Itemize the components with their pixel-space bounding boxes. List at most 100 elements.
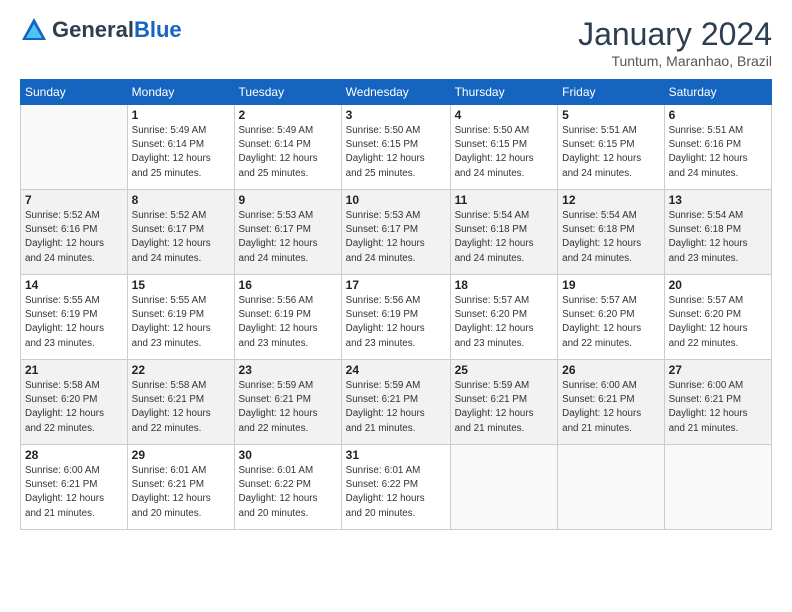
cell-date: 11 xyxy=(455,193,554,207)
cell-info: Sunrise: 5:55 AM Sunset: 6:19 PM Dayligh… xyxy=(25,294,123,351)
cell-info: Sunrise: 5:59 AM Sunset: 6:21 PM Dayligh… xyxy=(346,379,446,436)
cell-info: Sunrise: 5:56 AM Sunset: 6:19 PM Dayligh… xyxy=(346,294,446,351)
calendar-cell: 9Sunrise: 5:53 AM Sunset: 6:17 PM Daylig… xyxy=(234,190,341,275)
logo-icon xyxy=(20,16,48,44)
logo: GeneralBlue xyxy=(20,16,182,44)
calendar-cell: 26 Sunrise: 6:00 AM Sunset: 6:21 PM Dayli… xyxy=(558,360,664,445)
calendar-cell: 22Sunrise: 5:58 AM Sunset: 6:21 PM Dayli… xyxy=(127,360,234,445)
week-row-2: 7Sunrise: 5:52 AM Sunset: 6:16 PM Daylig… xyxy=(21,190,772,275)
calendar-cell: 13Sunrise: 5:54 AM Sunset: 6:18 PM Dayli… xyxy=(664,190,771,275)
calendar-cell: 18Sunrise: 5:57 AM Sunset: 6:20 PM Dayli… xyxy=(450,275,558,360)
cell-info: Sunrise: 5:55 AM Sunset: 6:19 PM Dayligh… xyxy=(132,294,230,351)
calendar-cell: 16 Sunrise: 5:56 AM Sunset: 6:19 PM Dayli… xyxy=(234,275,341,360)
cell-info: Sunrise: 6:00 AM Sunset: 6:21 PM Dayligh… xyxy=(669,379,767,436)
week-row-1: 1 Sunrise: 5:49 AM Sunset: 6:14 PM Daylig… xyxy=(21,105,772,190)
cell-info: Sunrise: 5:51 AM Sunset: 6:16 PM Dayligh… xyxy=(669,124,767,181)
month-title: January 2024 xyxy=(578,16,772,53)
calendar-cell: 12 Sunrise: 5:54 AM Sunset: 6:18 PM Dayli… xyxy=(558,190,664,275)
cell-date: 20 xyxy=(669,278,767,292)
calendar-cell: 29Sunrise: 6:01 AM Sunset: 6:21 PM Dayli… xyxy=(127,445,234,530)
calendar-cell: 2Sunrise: 5:49 AM Sunset: 6:14 PM Daylig… xyxy=(234,105,341,190)
cell-date: 31 xyxy=(346,448,446,462)
calendar-cell: 14 Sunrise: 5:55 AM Sunset: 6:19 PM Dayli… xyxy=(21,275,128,360)
cell-info: Sunrise: 5:57 AM Sunset: 6:20 PM Dayligh… xyxy=(669,294,767,351)
cell-date: 16 xyxy=(239,278,337,292)
logo-text: GeneralBlue xyxy=(52,18,182,42)
cell-date: 21 xyxy=(25,363,123,377)
calendar-cell: 1 Sunrise: 5:49 AM Sunset: 6:14 PM Daylig… xyxy=(127,105,234,190)
cell-info: Sunrise: 5:59 AM Sunset: 6:21 PM Dayligh… xyxy=(455,379,554,436)
calendar-cell: 24 Sunrise: 5:59 AM Sunset: 6:21 PM Dayli… xyxy=(341,360,450,445)
page: GeneralBlue January 2024 Tuntum, Maranha… xyxy=(0,0,792,612)
calendar-cell: 5 Sunrise: 5:51 AM Sunset: 6:15 PM Daylig… xyxy=(558,105,664,190)
calendar-cell: 11 Sunrise: 5:54 AM Sunset: 6:18 PM Dayli… xyxy=(450,190,558,275)
cell-date: 22 xyxy=(132,363,230,377)
week-row-5: 28Sunrise: 6:00 AM Sunset: 6:21 PM Dayli… xyxy=(21,445,772,530)
cell-date: 25 xyxy=(455,363,554,377)
calendar-cell: 27 Sunrise: 6:00 AM Sunset: 6:21 PM Dayli… xyxy=(664,360,771,445)
calendar-cell: 23 Sunrise: 5:59 AM Sunset: 6:21 PM Dayli… xyxy=(234,360,341,445)
title-block: January 2024 Tuntum, Maranhao, Brazil xyxy=(578,16,772,69)
weekday-header-wednesday: Wednesday xyxy=(341,80,450,105)
cell-info: Sunrise: 6:01 AM Sunset: 6:21 PM Dayligh… xyxy=(132,464,230,521)
calendar-cell: 25 Sunrise: 5:59 AM Sunset: 6:21 PM Dayli… xyxy=(450,360,558,445)
cell-date: 8 xyxy=(132,193,230,207)
cell-date: 24 xyxy=(346,363,446,377)
calendar-cell: 31 Sunrise: 6:01 AM Sunset: 6:22 PM Dayli… xyxy=(341,445,450,530)
weekday-header-row: SundayMondayTuesdayWednesdayThursdayFrid… xyxy=(21,80,772,105)
calendar-cell: 3 Sunrise: 5:50 AM Sunset: 6:15 PM Daylig… xyxy=(341,105,450,190)
weekday-header-monday: Monday xyxy=(127,80,234,105)
cell-date: 15 xyxy=(132,278,230,292)
cell-info: Sunrise: 6:01 AM Sunset: 6:22 PM Dayligh… xyxy=(239,464,337,521)
cell-info: Sunrise: 5:50 AM Sunset: 6:15 PM Dayligh… xyxy=(346,124,446,181)
cell-info: Sunrise: 5:53 AM Sunset: 6:17 PM Dayligh… xyxy=(346,209,446,266)
cell-date: 13 xyxy=(669,193,767,207)
cell-date: 27 xyxy=(669,363,767,377)
cell-date: 5 xyxy=(562,108,659,122)
weekday-header-friday: Friday xyxy=(558,80,664,105)
cell-date: 12 xyxy=(562,193,659,207)
calendar-cell: 28Sunrise: 6:00 AM Sunset: 6:21 PM Dayli… xyxy=(21,445,128,530)
cell-date: 30 xyxy=(239,448,337,462)
cell-date: 19 xyxy=(562,278,659,292)
calendar-cell: 30 Sunrise: 6:01 AM Sunset: 6:22 PM Dayli… xyxy=(234,445,341,530)
calendar-cell: 10Sunrise: 5:53 AM Sunset: 6:17 PM Dayli… xyxy=(341,190,450,275)
calendar-cell xyxy=(664,445,771,530)
cell-date: 3 xyxy=(346,108,446,122)
weekday-header-sunday: Sunday xyxy=(21,80,128,105)
cell-info: Sunrise: 5:51 AM Sunset: 6:15 PM Dayligh… xyxy=(562,124,659,181)
cell-info: Sunrise: 5:49 AM Sunset: 6:14 PM Dayligh… xyxy=(239,124,337,181)
cell-info: Sunrise: 6:00 AM Sunset: 6:21 PM Dayligh… xyxy=(562,379,659,436)
cell-date: 14 xyxy=(25,278,123,292)
cell-info: Sunrise: 5:49 AM Sunset: 6:14 PM Dayligh… xyxy=(132,124,230,181)
calendar-cell: 6Sunrise: 5:51 AM Sunset: 6:16 PM Daylig… xyxy=(664,105,771,190)
cell-date: 7 xyxy=(25,193,123,207)
cell-info: Sunrise: 5:56 AM Sunset: 6:19 PM Dayligh… xyxy=(239,294,337,351)
cell-info: Sunrise: 5:54 AM Sunset: 6:18 PM Dayligh… xyxy=(455,209,554,266)
calendar-cell: 20 Sunrise: 5:57 AM Sunset: 6:20 PM Dayli… xyxy=(664,275,771,360)
logo-blue: Blue xyxy=(134,17,182,42)
calendar-cell: 8 Sunrise: 5:52 AM Sunset: 6:17 PM Daylig… xyxy=(127,190,234,275)
location: Tuntum, Maranhao, Brazil xyxy=(578,53,772,69)
calendar-cell xyxy=(450,445,558,530)
cell-info: Sunrise: 5:54 AM Sunset: 6:18 PM Dayligh… xyxy=(562,209,659,266)
weekday-header-saturday: Saturday xyxy=(664,80,771,105)
header: GeneralBlue January 2024 Tuntum, Maranha… xyxy=(20,16,772,69)
calendar-cell: 7Sunrise: 5:52 AM Sunset: 6:16 PM Daylig… xyxy=(21,190,128,275)
logo-general: General xyxy=(52,17,134,42)
cell-date: 26 xyxy=(562,363,659,377)
calendar-table: SundayMondayTuesdayWednesdayThursdayFrid… xyxy=(20,79,772,530)
cell-info: Sunrise: 5:52 AM Sunset: 6:17 PM Dayligh… xyxy=(132,209,230,266)
calendar-cell: 4Sunrise: 5:50 AM Sunset: 6:15 PM Daylig… xyxy=(450,105,558,190)
week-row-4: 21Sunrise: 5:58 AM Sunset: 6:20 PM Dayli… xyxy=(21,360,772,445)
calendar-cell xyxy=(558,445,664,530)
cell-date: 23 xyxy=(239,363,337,377)
calendar-cell: 15 Sunrise: 5:55 AM Sunset: 6:19 PM Dayli… xyxy=(127,275,234,360)
cell-info: Sunrise: 5:57 AM Sunset: 6:20 PM Dayligh… xyxy=(455,294,554,351)
calendar-cell xyxy=(21,105,128,190)
calendar-cell: 19Sunrise: 5:57 AM Sunset: 6:20 PM Dayli… xyxy=(558,275,664,360)
cell-info: Sunrise: 6:01 AM Sunset: 6:22 PM Dayligh… xyxy=(346,464,446,521)
cell-date: 28 xyxy=(25,448,123,462)
cell-info: Sunrise: 5:59 AM Sunset: 6:21 PM Dayligh… xyxy=(239,379,337,436)
cell-date: 1 xyxy=(132,108,230,122)
